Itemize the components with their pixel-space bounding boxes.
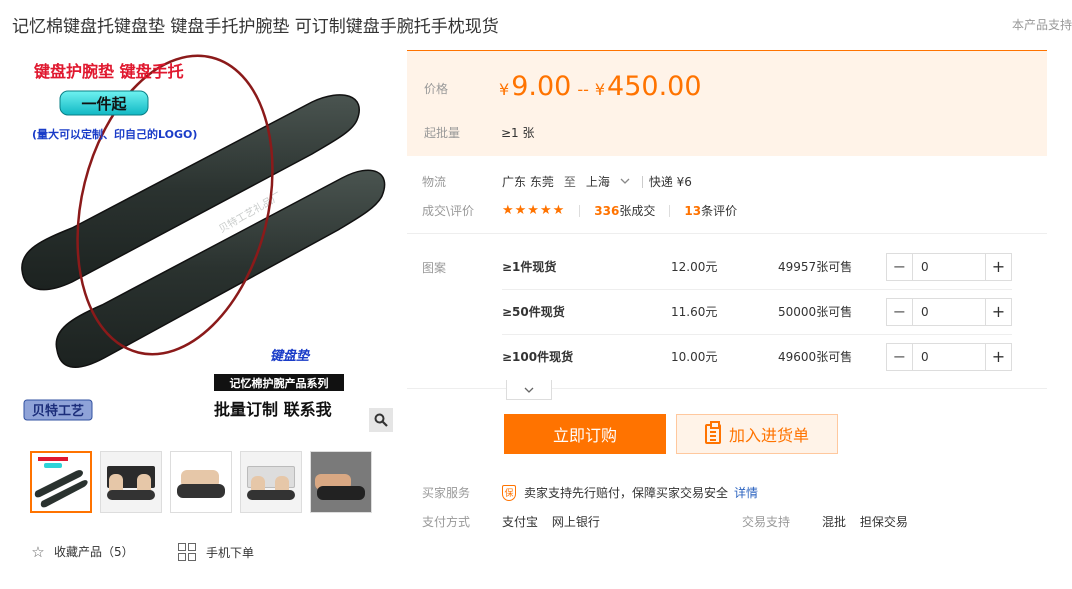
rating-stars: ★★★★★ — [502, 203, 566, 218]
zoom-button[interactable] — [369, 408, 393, 432]
ship-to-word: 至 — [563, 175, 576, 189]
minus-icon[interactable]: − — [887, 253, 913, 280]
trade-option: 混批 — [822, 515, 847, 529]
chevron-down-icon[interactable] — [620, 176, 630, 187]
moq-label: 起批量 — [424, 126, 461, 140]
spec-price: 11.60元 — [671, 305, 718, 319]
spec-name: ≥50件现货 — [502, 305, 565, 319]
minus-icon[interactable]: − — [887, 343, 913, 370]
price-panel: 价格 ¥ 9.00 -- ¥ 450.00 起批量 ≥1 张 — [407, 50, 1047, 156]
moq-value: ≥1 张 — [501, 126, 535, 140]
minus-icon[interactable]: − — [887, 298, 913, 325]
spec-price: 12.00元 — [671, 260, 718, 274]
plus-icon[interactable]: + — [985, 253, 1011, 280]
mobile-order-label: 手机下单 — [206, 545, 255, 560]
favorite-product-button[interactable]: ☆ 收藏产品 （5） — [30, 542, 134, 561]
divider — [407, 233, 1047, 234]
sold-count-link[interactable]: 336张成交 — [594, 202, 655, 219]
service-text: 卖家支持先行赔付，保障买家交易安全 — [524, 486, 729, 500]
favorite-label: 收藏产品 — [54, 545, 103, 559]
thumbnail-3[interactable] — [170, 451, 232, 513]
spec-stock: 49600张可售 — [778, 350, 853, 364]
mobile-order-button[interactable]: 手机下单 — [178, 543, 254, 561]
quantity-stepper: − + — [886, 342, 1012, 371]
spec-label: 图案 — [422, 261, 447, 275]
spec-row: ≥100件现货 10.00元 49600张可售 − + — [502, 334, 1012, 379]
series-label-text: 记忆棉护腕产品系列 — [230, 376, 329, 390]
chevron-down-icon — [524, 387, 534, 393]
thumbnail-1[interactable] — [30, 451, 92, 513]
currency-symbol-max: ¥ — [594, 80, 606, 99]
expand-specs-button[interactable] — [506, 380, 552, 400]
trade-option: 担保交易 — [859, 515, 908, 529]
shield-icon: 保 — [502, 484, 516, 501]
payment-method: 支付宝 — [502, 515, 539, 529]
ship-destination[interactable]: 上海 — [586, 173, 610, 190]
quantity-input[interactable] — [913, 343, 985, 370]
price-separator: -- — [577, 80, 589, 99]
banner-top-text: 键盘护腕垫 键盘手托 — [33, 62, 184, 81]
script-logo-text: 键盘垫 — [270, 348, 311, 364]
price-label: 价格 — [424, 82, 449, 96]
quantity-stepper: − + — [886, 252, 1012, 281]
product-title: 记忆棉键盘托键盘垫 键盘手托护腕垫 可订制键盘手腕托手枕现货 — [12, 17, 499, 37]
support-link[interactable]: 本产品支持 — [1012, 16, 1072, 33]
thumbnail-5[interactable] — [310, 451, 372, 513]
sold-suffix: 张成交 — [619, 204, 656, 218]
deals-label: 成交\评价 — [422, 204, 475, 218]
trade-support-options: 混批 担保交易 — [822, 513, 908, 530]
magnifier-icon — [374, 413, 388, 427]
star-outline-icon: ☆ — [31, 542, 45, 561]
add-to-cart-button[interactable]: 加入进货单 — [676, 414, 838, 454]
buyer-service: 保 卖家支持先行赔付，保障买家交易安全 详情 — [502, 484, 758, 501]
shipping-label: 物流 — [422, 175, 447, 189]
product-main-image[interactable]: 贝特工艺礼品厂 键盘护腕垫 键盘手托 一件起 (量大可以定制、印自己的LOGO)… — [12, 50, 394, 432]
spec-name: ≥1件现货 — [502, 260, 557, 274]
service-details-link[interactable]: 详情 — [734, 484, 758, 501]
quantity-stepper: − + — [886, 297, 1012, 326]
review-count: 13 — [684, 204, 702, 218]
ship-method: 快递 ¥6 — [648, 175, 692, 189]
plus-icon[interactable]: + — [985, 343, 1011, 370]
quantity-input[interactable] — [913, 298, 985, 325]
payment-methods: 支付宝 网上银行 — [502, 513, 600, 530]
divider — [407, 388, 1047, 389]
add-to-cart-label: 加入进货单 — [728, 428, 809, 445]
bottom-slogan-text: 批量订制 联系我 — [214, 400, 332, 419]
thumbnail-2[interactable] — [100, 451, 162, 513]
price-min: 9.00 — [511, 71, 572, 102]
quantity-input[interactable] — [913, 253, 985, 280]
thumbnail-4[interactable] — [240, 451, 302, 513]
custom-note-text: (量大可以定制、印自己的LOGO) — [32, 127, 197, 141]
payment-label: 支付方式 — [422, 515, 471, 529]
one-piece-badge-text: 一件起 — [81, 95, 127, 113]
spec-stock: 50000张可售 — [778, 305, 853, 319]
thumbnail-1-image — [32, 453, 90, 511]
spec-row: ≥50件现货 11.60元 50000张可售 − + — [502, 289, 1012, 334]
service-label: 买家服务 — [422, 486, 471, 500]
price-range: ¥ 9.00 -- ¥ 450.00 — [499, 71, 702, 102]
spec-row: ≥1件现货 12.00元 49957张可售 − + — [502, 244, 1012, 289]
qr-code-icon — [178, 543, 196, 561]
buy-now-button[interactable]: 立即订购 — [504, 414, 666, 454]
payment-method: 网上银行 — [551, 515, 600, 529]
currency-symbol: ¥ — [499, 80, 510, 99]
spec-name: ≥100件现货 — [502, 350, 574, 364]
deals-info: ★★★★★ 336张成交 13条评价 — [502, 202, 737, 219]
plus-icon[interactable]: + — [985, 298, 1011, 325]
thumbnail-strip — [30, 451, 372, 513]
trade-support-label: 交易支持 — [742, 515, 791, 529]
sold-count: 336 — [594, 204, 620, 218]
spec-price: 10.00元 — [671, 350, 718, 364]
shipping-info: 广东 东莞 至 上海 快递 ¥6 — [502, 173, 692, 190]
brand-badge-text: 贝特工艺 — [32, 403, 84, 419]
review-count-link[interactable]: 13条评价 — [684, 202, 737, 219]
spec-stock: 49957张可售 — [778, 260, 853, 274]
review-suffix: 条评价 — [701, 204, 738, 218]
clipboard-icon — [704, 421, 721, 444]
favorite-count: （5） — [102, 545, 134, 559]
product-photo: 贝特工艺礼品厂 键盘护腕垫 键盘手托 一件起 (量大可以定制、印自己的LOGO)… — [21, 54, 386, 421]
price-max: 450.00 — [607, 71, 702, 102]
ship-from: 广东 东莞 — [502, 175, 554, 189]
